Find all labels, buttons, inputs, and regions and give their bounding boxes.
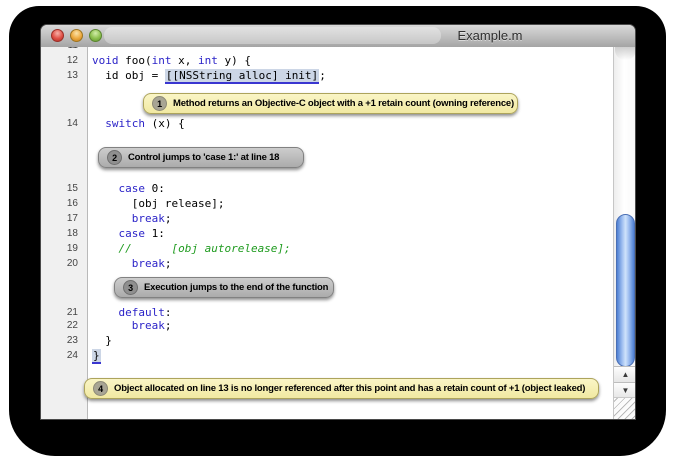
titlebar-highlight-band: [104, 27, 441, 44]
code-token: [92, 257, 132, 270]
line-number: 15: [67, 181, 78, 196]
code-token: case: [119, 227, 146, 240]
line-number: 16: [67, 196, 78, 211]
highlighted-code: [[NSString alloc] init]: [165, 69, 319, 84]
code-token: [obj release];: [92, 197, 224, 210]
code-token: int: [152, 54, 172, 67]
code-line-12[interactable]: void foo(int x, int y) {: [92, 53, 251, 68]
bubble-step-number: 3: [123, 280, 138, 295]
line-number: 23: [67, 333, 78, 348]
code-line-24[interactable]: }: [92, 348, 101, 363]
code-line-15[interactable]: case 0:: [92, 181, 165, 196]
code-token: [92, 117, 105, 130]
code-token: // [obj autorelease];: [92, 242, 291, 255]
code-token: 0:: [145, 182, 165, 195]
code-token: [92, 227, 119, 240]
scroll-down-button[interactable]: ▼: [614, 382, 635, 398]
titlebar[interactable]: Example.m: [41, 25, 635, 48]
line-number: 19: [67, 241, 78, 256]
bubble-text: Object allocated on line 13 is no longer…: [114, 383, 585, 394]
code-token: }: [92, 334, 112, 347]
bubble-step-number: 1: [152, 96, 167, 111]
code-token: foo(: [119, 54, 152, 67]
code-token: [92, 319, 132, 332]
line-number: 12: [67, 53, 78, 68]
editor-content: 1112131415161718192021222324 void foo(in…: [41, 47, 635, 419]
window-title: Example.m: [440, 28, 540, 43]
line-number: 24: [67, 348, 78, 363]
code-token: ;: [165, 319, 172, 332]
line-number: 22: [67, 318, 78, 333]
resize-grip-icon[interactable]: [614, 397, 635, 419]
code-line-17[interactable]: break;: [92, 211, 172, 226]
scrollbar-track-cap: [615, 47, 635, 60]
line-number: 20: [67, 256, 78, 271]
analyzer-bubble-1[interactable]: 1 Method returns an Objective-C object wi…: [143, 93, 518, 114]
code-token: int: [198, 54, 218, 67]
line-number: 18: [67, 226, 78, 241]
code-line-16[interactable]: [obj release];: [92, 196, 224, 211]
minimize-button[interactable]: [70, 29, 83, 42]
bubble-text: Method returns an Objective-C object wit…: [173, 98, 514, 109]
vertical-scrollbar[interactable]: ▲ ▼: [613, 47, 635, 419]
window: Example.m 1112131415161718192021222324 v…: [40, 24, 636, 420]
line-number-gutter: 1112131415161718192021222324: [41, 47, 88, 419]
code-line-14[interactable]: switch (x) {: [92, 116, 185, 131]
code-token: [92, 212, 132, 225]
analyzer-bubble-3[interactable]: 3 Execution jumps to the end of the funct…: [114, 277, 334, 298]
line-number: 17: [67, 211, 78, 226]
code-token: id obj =: [92, 69, 165, 82]
bubble-text: Execution jumps to the end of the functi…: [144, 282, 328, 293]
scrollbar-thumb[interactable]: [616, 214, 635, 367]
code-token: void: [92, 54, 119, 67]
scroll-up-button[interactable]: ▲: [614, 366, 635, 382]
code-line-22[interactable]: break;: [92, 318, 172, 333]
code-token: break: [132, 257, 165, 270]
code-token: x,: [172, 54, 199, 67]
bubble-step-number: 2: [107, 150, 122, 165]
code-line-23[interactable]: }: [92, 333, 112, 348]
code-token: case: [119, 182, 146, 195]
code-token: [92, 182, 119, 195]
code-token: (x) {: [145, 117, 185, 130]
bubble-text: Control jumps to 'case 1:' at line 18: [128, 152, 279, 163]
arrow-down-icon: ▼: [622, 386, 630, 395]
code-token: ;: [319, 69, 326, 82]
code-line-13[interactable]: id obj = [[NSString alloc] init];: [92, 68, 326, 83]
bubble-step-number: 4: [93, 381, 108, 396]
zoom-button[interactable]: [89, 29, 102, 42]
code-line-19[interactable]: // [obj autorelease];: [92, 241, 291, 256]
code-token: break: [132, 212, 165, 225]
code-token: 1:: [145, 227, 165, 240]
desktop: Example.m 1112131415161718192021222324 v…: [0, 0, 675, 467]
code-token: y) {: [218, 54, 251, 67]
line-number: 13: [67, 68, 78, 83]
line-number: 14: [67, 116, 78, 131]
code-token: ;: [165, 257, 172, 270]
close-button[interactable]: [51, 29, 64, 42]
analyzer-bubble-2[interactable]: 2 Control jumps to 'case 1:' at line 18: [98, 147, 304, 168]
analyzer-bubble-4[interactable]: 4 Object allocated on line 13 is no longe…: [84, 378, 599, 399]
code-line-18[interactable]: case 1:: [92, 226, 165, 241]
code-token: switch: [105, 117, 145, 130]
code-token: break: [132, 319, 165, 332]
highlighted-code: }: [92, 349, 101, 364]
code-line-20[interactable]: break;: [92, 256, 172, 271]
arrow-up-icon: ▲: [622, 370, 630, 379]
code-token: ;: [165, 212, 172, 225]
